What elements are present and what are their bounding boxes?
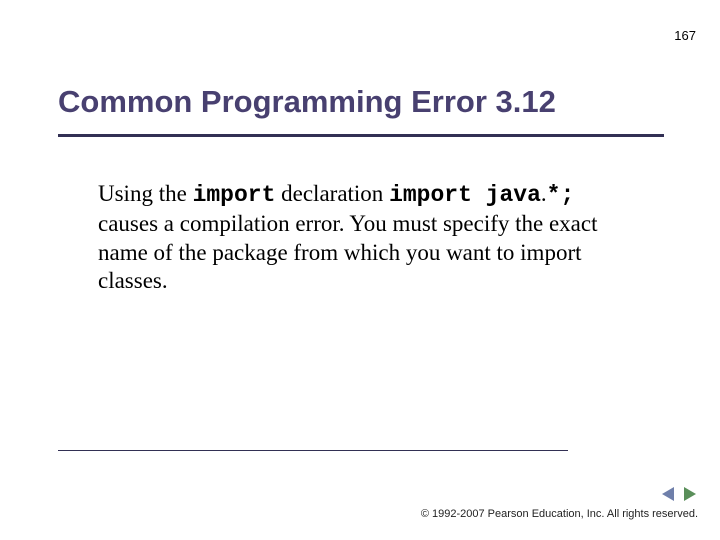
code-star: *;	[547, 182, 575, 208]
next-button[interactable]	[682, 486, 698, 502]
body-post: causes a compilation error. You must spe…	[98, 211, 598, 294]
body-text: Using the import declaration import java…	[98, 180, 628, 296]
page-number: 167	[674, 28, 696, 43]
code-import-keyword: import	[193, 182, 276, 208]
title-underline	[58, 134, 664, 137]
copyright-text: © 1992-2007 Pearson Education, Inc. All …	[421, 508, 698, 520]
prev-button[interactable]	[660, 486, 676, 502]
footer-rule	[58, 450, 568, 451]
slide-title: Common Programming Error 3.12	[58, 84, 556, 120]
nav-controls	[660, 486, 698, 502]
code-import-java: import java	[389, 182, 541, 208]
triangle-left-icon	[660, 486, 676, 502]
body-pre1: Using the	[98, 181, 193, 206]
triangle-right-icon	[682, 486, 698, 502]
body-mid1: declaration	[275, 181, 389, 206]
